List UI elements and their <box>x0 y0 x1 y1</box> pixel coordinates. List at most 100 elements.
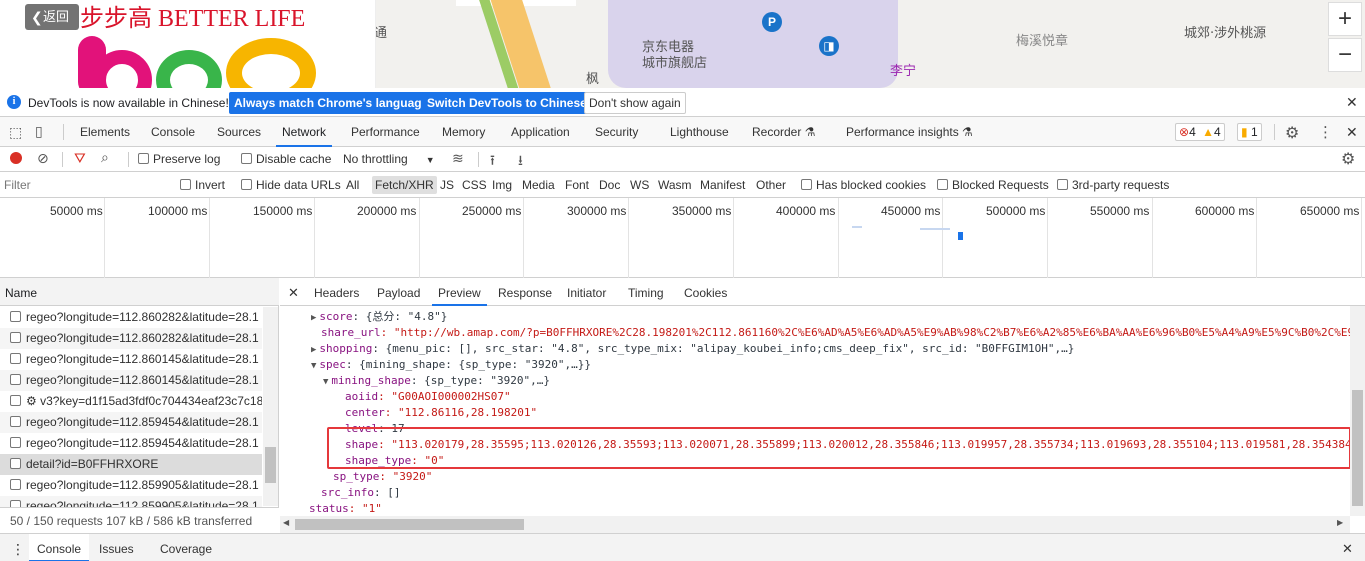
json-line-shopping[interactable]: ▶ shopping: {menu_pic: [], src_star: "4.8… <box>311 341 1074 357</box>
tab-network[interactable]: Network <box>276 117 333 147</box>
name-column-header[interactable]: Name <box>0 278 279 306</box>
preview-vertical-scrollbar[interactable] <box>1350 306 1365 516</box>
always-match-language-button[interactable]: Always match Chrome's language <box>229 92 434 114</box>
tab-response[interactable]: Response <box>498 278 552 306</box>
drawer-tab-coverage[interactable]: Coverage <box>160 534 212 561</box>
request-row[interactable]: regeo?longitude=112.860145&latitude=28.1 <box>0 370 262 391</box>
preview-horizontal-scrollbar[interactable]: ◀ ▶ <box>280 516 1350 533</box>
filter-type-css[interactable]: CSS <box>462 178 487 192</box>
record-icon[interactable] <box>10 152 22 164</box>
filter-type-media[interactable]: Media <box>522 178 555 192</box>
disable-cache-checkbox[interactable]: Disable cache <box>241 152 331 166</box>
request-row-selected[interactable]: detail?id=B0FFHRXORE <box>0 454 262 475</box>
invert-checkbox[interactable]: Invert <box>180 178 225 192</box>
drawer-menu-icon[interactable]: ⋮ <box>11 534 25 561</box>
tab-application[interactable]: Application <box>511 117 570 147</box>
import-har-icon[interactable]: ⭱ <box>490 150 495 174</box>
request-row[interactable]: regeo?longitude=112.859454&latitude=28.1 <box>0 433 262 454</box>
search-icon[interactable]: ⌕ <box>101 149 109 166</box>
tab-lighthouse[interactable]: Lighthouse <box>670 117 729 147</box>
parking-icon[interactable]: P <box>762 12 782 32</box>
filter-type-wasm[interactable]: Wasm <box>658 178 692 192</box>
has-blocked-cookies-checkbox[interactable]: Has blocked cookies <box>801 178 926 192</box>
scrollbar-thumb[interactable] <box>1352 390 1363 506</box>
collapse-arrow-icon[interactable]: ▼ <box>323 377 328 387</box>
throttling-select[interactable]: No throttling ▼ <box>343 152 435 166</box>
filter-input[interactable] <box>4 176 166 194</box>
device-toolbar-icon[interactable]: ▯ <box>35 123 43 140</box>
network-conditions-icon[interactable]: ≋ <box>452 150 464 167</box>
request-row[interactable]: regeo?longitude=112.859905&latitude=28.1 <box>0 475 262 496</box>
scrollbar-thumb[interactable] <box>295 519 524 530</box>
export-har-icon[interactable]: ⭳ <box>518 150 523 174</box>
request-row[interactable]: ⚙ v3?key=d1f15ad3fdf0c704434eaf23c7c18 <box>0 391 262 412</box>
json-line-spec[interactable]: ▼ spec: {mining_shape: {sp_type: "3920",…… <box>311 357 591 373</box>
filter-type-manifest[interactable]: Manifest <box>700 178 745 192</box>
filter-type-ws[interactable]: WS <box>630 178 649 192</box>
network-settings-gear-icon[interactable]: ⚙ <box>1341 149 1355 169</box>
tab-payload[interactable]: Payload <box>377 278 420 306</box>
zoom-out-button[interactable]: − <box>1328 38 1362 72</box>
expand-arrow-icon[interactable]: ▶ <box>311 345 316 355</box>
drawer-tab-console[interactable]: Console <box>29 534 90 561</box>
dont-show-again-button[interactable]: Don't show again <box>584 92 686 114</box>
filter-type-img[interactable]: Img <box>492 178 512 192</box>
clear-icon[interactable]: ⊘ <box>37 150 49 167</box>
tab-sources[interactable]: Sources <box>217 117 261 147</box>
filter-type-js[interactable]: JS <box>440 178 454 192</box>
more-options-icon[interactable]: ⋮ <box>1318 123 1333 141</box>
json-key: spec <box>319 358 346 371</box>
tab-recorder[interactable]: Recorder ⚗ <box>752 117 815 147</box>
filter-type-all[interactable]: All <box>346 178 359 192</box>
network-overview-timeline[interactable]: 50000 ms 100000 ms 150000 ms 200000 ms 2… <box>0 198 1365 278</box>
request-row[interactable]: regeo?longitude=112.860282&latitude=28.1 <box>0 328 262 349</box>
request-row[interactable]: regeo?longitude=112.859905&latitude=28.1 <box>0 496 262 507</box>
tab-headers[interactable]: Headers <box>314 278 359 306</box>
tab-console[interactable]: Console <box>151 117 195 147</box>
tab-initiator[interactable]: Initiator <box>567 278 606 306</box>
inspect-element-icon[interactable]: ⬚ <box>9 124 22 141</box>
checkbox-icon <box>180 179 191 190</box>
json-line-mining-shape[interactable]: ▼ mining_shape: {sp_type: "3920",…} <box>323 373 550 389</box>
expand-arrow-icon[interactable]: ▶ <box>311 313 316 323</box>
collapse-arrow-icon[interactable]: ▼ <box>311 361 316 371</box>
tab-security[interactable]: Security <box>595 117 638 147</box>
request-row[interactable]: regeo?longitude=112.859454&latitude=28.1 <box>0 412 262 433</box>
filter-type-fetch-xhr[interactable]: Fetch/XHR <box>372 176 437 194</box>
filter-type-font[interactable]: Font <box>565 178 589 192</box>
request-row[interactable]: regeo?longitude=112.860145&latitude=28.1 <box>0 349 262 370</box>
drawer-tab-issues[interactable]: Issues <box>99 534 134 561</box>
preserve-log-checkbox[interactable]: Preserve log <box>138 152 220 166</box>
error-warning-badge[interactable]: ⊗4 ▲4 <box>1175 123 1225 141</box>
hide-data-urls-checkbox[interactable]: Hide data URLs <box>241 178 341 192</box>
tab-preview[interactable]: Preview <box>432 278 487 306</box>
filter-icon[interactable]: ⛛ <box>74 150 86 167</box>
json-line-score[interactable]: ▶ score: {总分: "4.8"} <box>311 309 447 325</box>
blocked-requests-checkbox[interactable]: Blocked Requests <box>937 178 1049 192</box>
back-button[interactable]: ❮ 返回 <box>25 4 79 30</box>
third-party-requests-checkbox[interactable]: 3rd-party requests <box>1057 178 1169 192</box>
filter-type-other[interactable]: Other <box>756 178 786 192</box>
scroll-right-icon[interactable]: ▶ <box>1337 518 1343 527</box>
tab-performance[interactable]: Performance <box>351 117 420 147</box>
map[interactable]: P ◨ 京东电器 城市旗舰店 李宁 梅溪悦章 城郊·涉外桃源 通 枫 + − <box>376 0 1365 88</box>
filter-type-doc[interactable]: Doc <box>599 178 620 192</box>
close-devtools-icon[interactable]: ✕ <box>1346 124 1358 141</box>
tab-cookies[interactable]: Cookies <box>684 278 727 306</box>
tab-elements[interactable]: Elements <box>80 117 130 147</box>
issues-badge[interactable]: ▮ 1 <box>1237 123 1262 141</box>
request-list-scrollbar[interactable] <box>263 307 278 506</box>
tab-timing[interactable]: Timing <box>628 278 664 306</box>
tab-performance-insights[interactable]: Performance insights ⚗ <box>846 117 973 147</box>
close-drawer-icon[interactable]: ✕ <box>1342 534 1353 561</box>
scrollbar-thumb[interactable] <box>265 447 276 483</box>
map-marker-icon[interactable]: ◨ <box>819 36 839 56</box>
settings-gear-icon[interactable]: ⚙ <box>1285 123 1299 143</box>
close-infobar-icon[interactable]: ✕ <box>1346 94 1358 111</box>
close-detail-icon[interactable]: ✕ <box>288 278 299 306</box>
zoom-in-button[interactable]: + <box>1328 2 1362 36</box>
request-row[interactable]: regeo?longitude=112.860282&latitude=28.1 <box>0 307 262 328</box>
scroll-left-icon[interactable]: ◀ <box>283 518 289 527</box>
tab-memory[interactable]: Memory <box>442 117 485 147</box>
switch-to-chinese-button[interactable]: Switch DevTools to Chinese <box>422 92 592 114</box>
